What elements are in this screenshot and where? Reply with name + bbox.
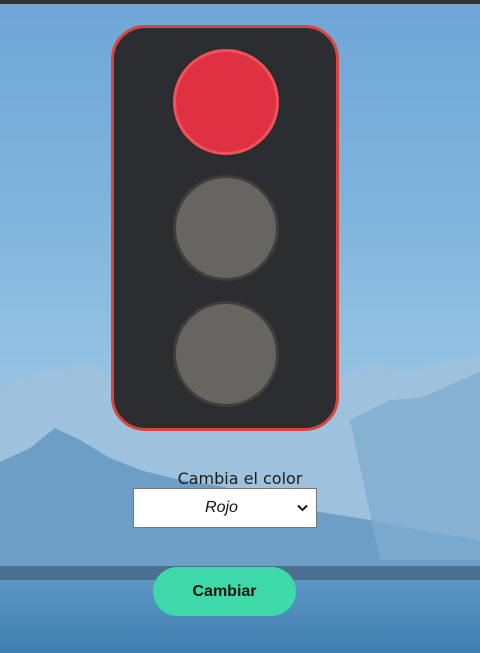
green-light (173, 301, 279, 407)
change-color-button[interactable]: Cambiar (153, 567, 296, 616)
color-selector-label: Cambia el color (177, 469, 303, 488)
yellow-light (173, 175, 279, 281)
color-select[interactable]: Rojo (133, 488, 317, 528)
traffic-light (111, 25, 339, 431)
red-light (173, 49, 279, 155)
chevron-down-icon (293, 504, 311, 512)
selected-color-value: Rojo (205, 499, 238, 516)
